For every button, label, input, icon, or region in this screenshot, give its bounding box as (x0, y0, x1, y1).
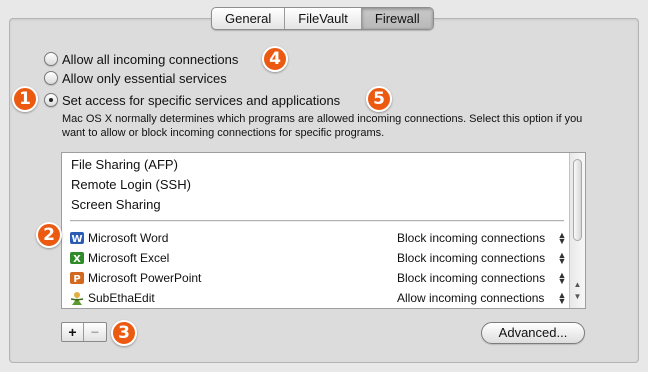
callout-badge-1: 1 (12, 86, 38, 112)
radio-essential-label: Allow only essential services (62, 70, 227, 86)
updown-arrows-icon: ▲ ▼ (557, 269, 567, 286)
remove-button[interactable]: − (84, 323, 106, 341)
app-name: Microsoft Word (88, 230, 169, 245)
app-row-subethaedit[interactable]: SubEthaEdit Allow incoming connections ▲… (69, 288, 567, 307)
callout-badge-4: 4 (262, 46, 288, 72)
app-action-label: Block incoming connections (397, 270, 546, 285)
list-divider (70, 220, 564, 222)
radio-button[interactable] (44, 52, 58, 66)
svg-text:X: X (73, 254, 81, 265)
updown-arrows-icon: ▲ ▼ (557, 289, 567, 306)
add-button[interactable]: + (62, 323, 84, 341)
app-row-excel[interactable]: X Microsoft Excel Block incoming connect… (69, 248, 567, 267)
radio-specific-services[interactable]: Set access for specific services and app… (44, 91, 340, 109)
service-screen-sharing[interactable]: Screen Sharing (71, 196, 161, 214)
tab-filevault[interactable]: FileVault (285, 8, 362, 29)
add-remove-control: + − (61, 322, 107, 342)
app-action-popup[interactable]: Block incoming connections ▲ ▼ (397, 269, 567, 286)
app-action-popup[interactable]: Block incoming connections ▲ ▼ (397, 229, 567, 246)
firewall-description: Mac OS X normally determines which progr… (62, 113, 583, 139)
tab-general[interactable]: General (212, 8, 286, 29)
app-name: Microsoft Excel (88, 250, 170, 265)
radio-essential-services[interactable]: Allow only essential services (44, 69, 227, 87)
app-row-powerpoint[interactable]: P Microsoft PowerPoint Block incoming co… (69, 268, 567, 287)
updown-arrows-icon: ▲ ▼ (557, 249, 567, 266)
app-action-popup[interactable]: Allow incoming connections ▲ ▼ (397, 289, 567, 306)
scrollbar-thumb[interactable] (573, 159, 582, 241)
service-remote-login[interactable]: Remote Login (SSH) (71, 176, 191, 194)
callout-badge-3: 3 (111, 320, 137, 346)
advanced-button[interactable]: Advanced... (481, 322, 585, 344)
svg-text:W: W (71, 234, 82, 245)
radio-allow-all[interactable]: Allow all incoming connections (44, 50, 238, 68)
microsoft-excel-icon: X (70, 251, 84, 265)
service-file-sharing[interactable]: File Sharing (AFP) (71, 156, 178, 174)
app-row-word[interactable]: W Microsoft Word Block incoming connecti… (69, 228, 567, 247)
app-action-popup[interactable]: Block incoming connections ▲ ▼ (397, 249, 567, 266)
microsoft-word-icon: W (70, 231, 84, 245)
list-scrollbar[interactable]: ▲ ▼ (569, 153, 585, 308)
microsoft-powerpoint-icon: P (70, 271, 84, 285)
scroll-down-arrow-icon[interactable]: ▼ (573, 292, 582, 302)
scroll-up-arrow-icon[interactable]: ▲ (573, 280, 582, 290)
services-list[interactable]: File Sharing (AFP) Remote Login (SSH) Sc… (61, 152, 586, 309)
callout-badge-5: 5 (366, 86, 392, 112)
app-name: SubEthaEdit (88, 290, 155, 305)
radio-allow-all-label: Allow all incoming connections (62, 51, 239, 67)
subethaedit-icon (70, 291, 84, 305)
app-action-label: Block incoming connections (397, 230, 546, 245)
callout-badge-2: 2 (36, 222, 62, 248)
app-action-label: Block incoming connections (397, 250, 546, 265)
tab-firewall[interactable]: Firewall (361, 8, 433, 29)
radio-button[interactable] (44, 71, 58, 85)
radio-specific-label: Set access for specific services and app… (62, 92, 341, 108)
app-name: Microsoft PowerPoint (88, 270, 202, 285)
tab-bar: General FileVault Firewall (211, 7, 434, 30)
radio-button-checked[interactable] (44, 93, 58, 107)
updown-arrows-icon: ▲ ▼ (557, 229, 567, 246)
app-action-label: Allow incoming connections (397, 290, 545, 305)
svg-text:P: P (73, 274, 80, 285)
